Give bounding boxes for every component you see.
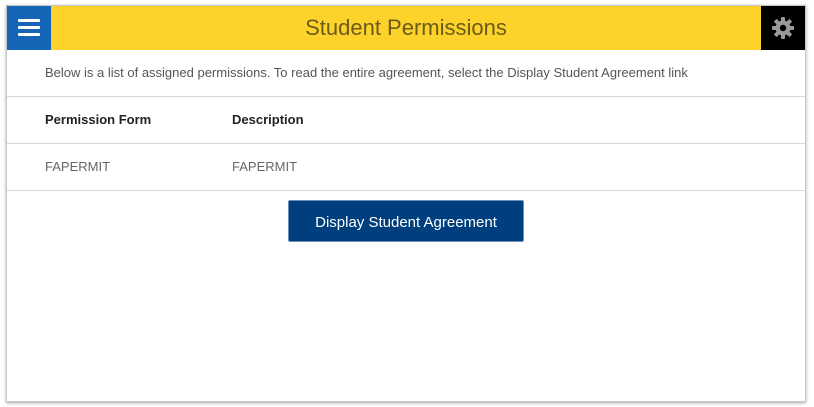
settings-button[interactable] bbox=[761, 6, 805, 50]
cell-description: FAPERMIT bbox=[232, 159, 298, 174]
display-student-agreement-button[interactable]: Display Student Agreement bbox=[288, 200, 524, 242]
hamburger-menu-icon bbox=[18, 19, 40, 22]
gear-icon bbox=[772, 17, 794, 39]
intro-text: Below is a list of assigned permissions.… bbox=[7, 50, 805, 97]
column-header-permission-form: Permission Form bbox=[45, 112, 152, 127]
page-title: Student Permissions bbox=[305, 15, 507, 40]
header-bar: Student Permissions bbox=[7, 6, 805, 50]
menu-button[interactable] bbox=[7, 6, 51, 50]
table-header-row: Permission Form Description bbox=[7, 97, 805, 144]
hamburger-menu-icon-bar bbox=[18, 33, 40, 36]
action-area: Display Student Agreement bbox=[7, 191, 805, 242]
hamburger-menu-icon-bar bbox=[18, 26, 40, 29]
table-row: FAPERMIT FAPERMIT bbox=[7, 144, 805, 191]
cell-permission-form: FAPERMIT bbox=[45, 159, 111, 174]
column-header-description: Description bbox=[232, 112, 304, 127]
app-window: Student Permissions Below is a list of a… bbox=[6, 5, 806, 402]
